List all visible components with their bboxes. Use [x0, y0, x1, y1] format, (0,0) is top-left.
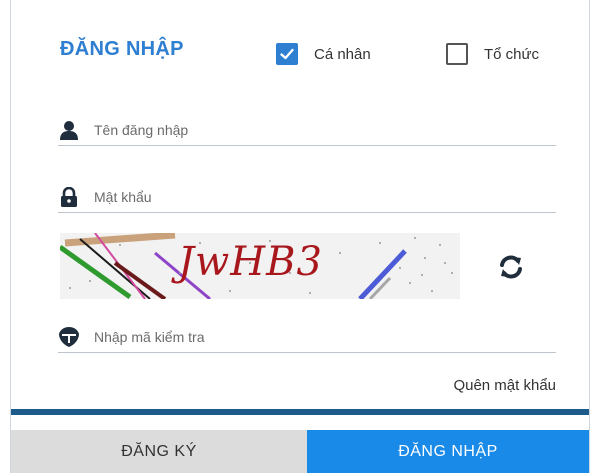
- login-panel: ĐĂNG NHẬP Cá nhân Tổ chức Tên đăng nhập …: [10, 0, 590, 473]
- username-field[interactable]: [58, 115, 556, 146]
- forgot-password-link[interactable]: Quên mật khẩu: [453, 377, 556, 394]
- captcha-image: JwHB3: [60, 233, 460, 299]
- refresh-icon[interactable]: [496, 252, 526, 282]
- lock-icon: [58, 186, 80, 208]
- captcha-code: JwHB3: [178, 239, 323, 285]
- password-input[interactable]: [92, 188, 556, 206]
- divider-bar: [11, 409, 589, 415]
- password-field[interactable]: [58, 182, 556, 213]
- checkbox-individual[interactable]: Cá nhân: [276, 42, 371, 66]
- shield-icon: [58, 326, 80, 348]
- captcha-field[interactable]: [58, 322, 556, 353]
- captcha-input[interactable]: [92, 328, 556, 346]
- checkbox-organization[interactable]: Tổ chức: [446, 42, 539, 66]
- checkbox-individual-label: Cá nhân: [314, 45, 371, 63]
- login-button[interactable]: ĐĂNG NHẬP: [307, 430, 589, 473]
- user-icon: [58, 119, 80, 141]
- checkbox-unchecked-icon[interactable]: [446, 43, 468, 65]
- username-input[interactable]: [92, 121, 556, 139]
- checkbox-checked-icon[interactable]: [276, 43, 298, 65]
- login-title: ĐĂNG NHẬP: [60, 38, 184, 60]
- register-button[interactable]: ĐĂNG KÝ: [11, 430, 307, 473]
- checkbox-organization-label: Tổ chức: [484, 45, 540, 63]
